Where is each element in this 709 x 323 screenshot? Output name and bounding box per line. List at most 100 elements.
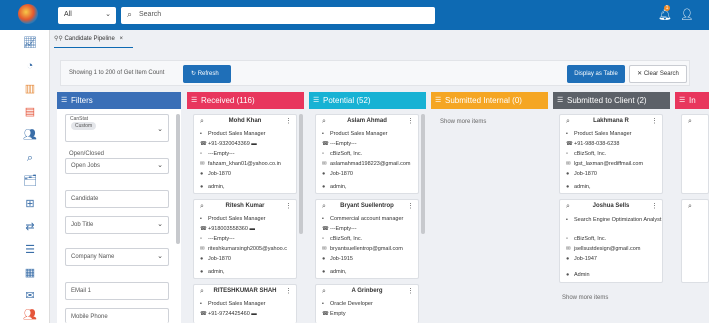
- user-settings-icon[interactable]: 👤︎: [680, 8, 694, 21]
- column-menu-icon: ☰: [435, 97, 442, 104]
- column-submitted-internal-header: ☰ Submitted Internal (0): [431, 92, 548, 109]
- card-menu-icon[interactable]: ⋮: [651, 202, 658, 210]
- pipeline-icon[interactable]: ⊞: [23, 197, 37, 211]
- candidate-name[interactable]: Ritesh Kumar: [194, 203, 296, 209]
- reports-icon[interactable]: ▥: [23, 82, 37, 96]
- users-admin-icon[interactable]: 👥︎: [23, 308, 37, 322]
- mobile-phone-input[interactable]: Mobile Phone: [65, 308, 169, 323]
- candidate-status-chip[interactable]: Custom: [71, 122, 97, 130]
- column-scrollbar[interactable]: [299, 114, 303, 234]
- company-name-select[interactable]: Company Name ⌄: [65, 248, 169, 266]
- card-menu-icon[interactable]: ⋮: [407, 202, 414, 210]
- candidate-card[interactable]: ⌕ Aslam Ahmad ⋮ ▪ Product Sales Manager ☎…: [315, 114, 419, 194]
- candidate-name[interactable]: Aslam Ahmad: [316, 118, 418, 124]
- mail-icon[interactable]: ✉: [23, 289, 37, 303]
- sidebar: 📈︎ ◔ ▥ ▤ 👥︎ ⌕ 🗂︎ ⊞ ⇄ ☰ ▦ ✉ 👥︎: [0, 30, 50, 323]
- email-placeholder: EMail 1: [71, 288, 92, 294]
- filters-header: ☰ Filters: [57, 92, 181, 109]
- contacts-icon[interactable]: ☰: [23, 243, 37, 257]
- show-more-link[interactable]: Show more items: [440, 119, 486, 125]
- email-input[interactable]: EMail 1: [65, 282, 169, 300]
- candidate-status-select[interactable]: CanStat Custom ⌄: [65, 114, 169, 142]
- notification-bell-icon[interactable]: 🔔︎ 1: [658, 5, 672, 21]
- card-menu-icon[interactable]: ⋮: [651, 117, 658, 125]
- candidates-icon[interactable]: 👥︎: [23, 128, 37, 142]
- open-closed-select[interactable]: Open Jobs ⌄: [65, 158, 169, 174]
- search-icon[interactable]: ⌕: [688, 203, 692, 211]
- card-menu-icon[interactable]: ⋮: [285, 287, 292, 295]
- card-phone: +91-988-038-6238: [574, 141, 620, 147]
- notification-badge: 1: [664, 5, 670, 11]
- filters-title: Filters: [71, 96, 93, 105]
- candidate-card[interactable]: ⌕: [681, 199, 709, 283]
- candidate-name[interactable]: Joshua Sells: [560, 203, 662, 209]
- filters-scrollbar[interactable]: [176, 114, 180, 244]
- refresh-label: Refresh: [197, 71, 219, 77]
- document-icon[interactable]: ▤: [23, 105, 37, 119]
- workflow-icon[interactable]: ⇄: [23, 220, 37, 234]
- show-more-link[interactable]: Show more items: [562, 295, 608, 301]
- column-menu-icon: ☰: [557, 97, 564, 104]
- column-received-title: Received (116): [201, 96, 255, 105]
- briefcase-icon: ▪: [322, 131, 324, 137]
- column-submitted-internal-title: Submitted Internal (0): [445, 96, 522, 105]
- clear-search-label: Clear Search: [643, 71, 679, 77]
- card-job: Job-1870: [208, 171, 231, 177]
- candidate-card[interactable]: ⌕: [681, 114, 709, 194]
- calendar-icon[interactable]: ▦: [23, 266, 37, 280]
- card-title: Product Sales Manager: [208, 131, 266, 137]
- search-scope-select[interactable]: All ⌄: [58, 7, 116, 24]
- building-icon: ▫: [322, 151, 324, 157]
- job-icon: ●: [322, 171, 326, 177]
- column-menu-icon: ☰: [191, 97, 198, 104]
- card-menu-icon[interactable]: ⋮: [407, 287, 414, 295]
- candidate-name[interactable]: RITESHKUMAR SHAH: [194, 288, 296, 294]
- jobs-icon[interactable]: 🗂︎: [23, 174, 37, 188]
- column-scrollbar[interactable]: [421, 114, 425, 234]
- chart-pie-icon[interactable]: ◔: [23, 59, 37, 73]
- card-phone: Empty: [330, 311, 346, 317]
- global-search-input[interactable]: ⌕ Search: [121, 7, 435, 24]
- candidate-card[interactable]: ⌕ A Grinberg ⋮ ▪ Oracle Developer ☎Empty: [315, 284, 419, 323]
- candidate-name[interactable]: A Grinberg: [316, 288, 418, 294]
- tab-candidate-pipeline[interactable]: ⚲⚲ Candidate Pipeline ×: [54, 35, 133, 49]
- owner-icon: ●: [322, 184, 326, 190]
- card-menu-icon[interactable]: ⋮: [407, 117, 414, 125]
- chevron-down-icon: ⌄: [157, 162, 163, 169]
- job-icon: ●: [322, 256, 326, 262]
- app-logo[interactable]: [18, 4, 38, 24]
- chevron-down-icon: ⌄: [105, 11, 111, 18]
- tab-close-icon[interactable]: ×: [120, 36, 124, 42]
- search-icon[interactable]: ⌕: [688, 118, 692, 126]
- clear-search-button[interactable]: ✕ Clear Search: [629, 65, 687, 83]
- card-job: Job-1915: [330, 256, 353, 262]
- card-menu-icon[interactable]: ⋮: [285, 202, 292, 210]
- job-title-select[interactable]: Job Title ⌄: [65, 216, 169, 234]
- analytics-icon[interactable]: 📈︎: [23, 36, 37, 50]
- card-email: riteshkumarsingh2005@yahoo.c: [208, 246, 287, 252]
- candidate-card[interactable]: ⌕ RITESHKUMAR SHAH ⋮ ▪ Product Sales Mana…: [193, 284, 297, 323]
- candidate-input[interactable]: Candidate: [65, 190, 169, 208]
- refresh-button[interactable]: ↻ Refresh: [183, 65, 231, 83]
- card-menu-icon[interactable]: ⋮: [285, 117, 292, 125]
- message-icon[interactable]: ▬: [251, 311, 257, 317]
- chevron-down-icon: ⌄: [157, 221, 163, 228]
- display-as-table-button[interactable]: Display as Table: [567, 65, 625, 83]
- message-icon[interactable]: ▬: [249, 226, 255, 232]
- candidate-card[interactable]: ⌕ Bryant Suellentrop ⋮ ▪ Commercial accou…: [315, 199, 419, 279]
- card-phone: ---Empty---: [330, 226, 357, 232]
- candidate-card[interactable]: ⌕ Lakhmana R ⋮ ▪ Product Sales Manager ☎+…: [559, 114, 663, 194]
- candidate-card[interactable]: ⌕ Mohd Khan ⋮ ▪ Product Sales Manager ☎+9…: [193, 114, 297, 194]
- candidate-name[interactable]: Bryant Suellentrop: [316, 203, 418, 209]
- card-title: Search Engine Optimization Analyst: [574, 217, 662, 223]
- candidate-card[interactable]: ⌕ Joshua Sells ⋮ ▪ Search Engine Optimiza…: [559, 199, 663, 283]
- candidate-name[interactable]: Lakhmana R: [560, 118, 662, 124]
- candidate-card[interactable]: ⌕ Ritesh Kumar ⋮ ▪ Product Sales Manager …: [193, 199, 297, 279]
- job-icon: ●: [200, 171, 204, 177]
- message-icon[interactable]: ▬: [251, 141, 257, 147]
- pipeline-tab-icon: ⚲⚲: [54, 36, 63, 42]
- mail-icon: ✉: [322, 161, 327, 167]
- candidate-name[interactable]: Mohd Khan: [194, 118, 296, 124]
- mobile-placeholder: Mobile Phone: [71, 314, 108, 320]
- search-icon[interactable]: ⌕: [23, 151, 37, 165]
